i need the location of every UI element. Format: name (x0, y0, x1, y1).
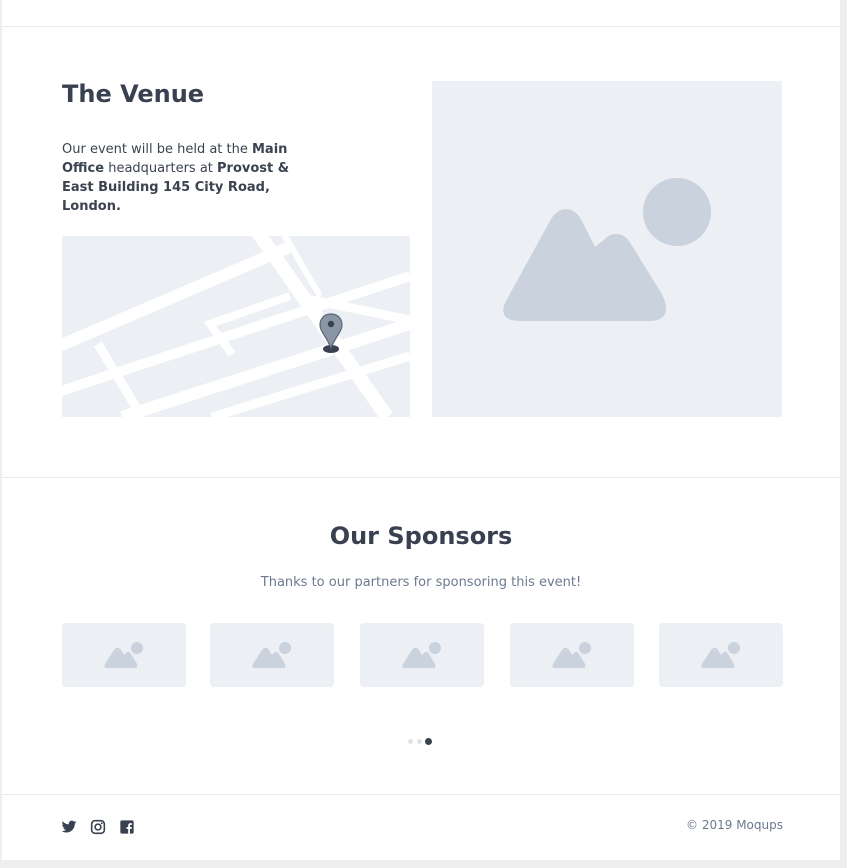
carousel-dot-2[interactable] (417, 739, 422, 744)
copyright-text: © 2019 Moqups (686, 818, 783, 832)
sponsor-logo-2[interactable] (210, 623, 334, 687)
sponsor-logo-1[interactable] (62, 623, 186, 687)
venue-title: The Venue (62, 80, 205, 108)
carousel-dot-3[interactable] (425, 738, 432, 745)
sponsors-subtitle: Thanks to our partners for sponsoring th… (260, 575, 582, 590)
footer-divider (2, 794, 840, 795)
venue-desc-text-2: headquarters at (104, 161, 218, 176)
image-icon (701, 642, 740, 668)
sponsor-logo-5[interactable] (659, 623, 783, 687)
venue-image-placeholder (432, 81, 782, 417)
facebook-icon[interactable] (119, 819, 135, 835)
instagram-icon[interactable] (90, 819, 106, 835)
image-icon (402, 642, 441, 668)
map-pin-icon (319, 313, 343, 353)
map-streets (62, 236, 410, 417)
top-divider (2, 26, 840, 27)
venue-map[interactable] (62, 236, 410, 417)
section-divider (2, 477, 840, 478)
venue-desc-text-1: Our event will be held at the (62, 142, 252, 157)
sponsor-logo-4[interactable] (510, 623, 634, 687)
page: The Venue Our event will be held at the … (2, 0, 840, 860)
image-icon (552, 642, 591, 668)
sponsors-title: Our Sponsors (329, 522, 513, 550)
image-icon (503, 178, 711, 321)
carousel-dot-1[interactable] (408, 739, 413, 744)
venue-description: Our event will be held at the Main Offic… (62, 140, 312, 216)
sponsor-logos (62, 623, 784, 687)
image-icon (104, 642, 143, 668)
sponsor-logo-3[interactable] (360, 623, 484, 687)
twitter-icon[interactable] (61, 819, 77, 835)
image-icon (252, 642, 291, 668)
